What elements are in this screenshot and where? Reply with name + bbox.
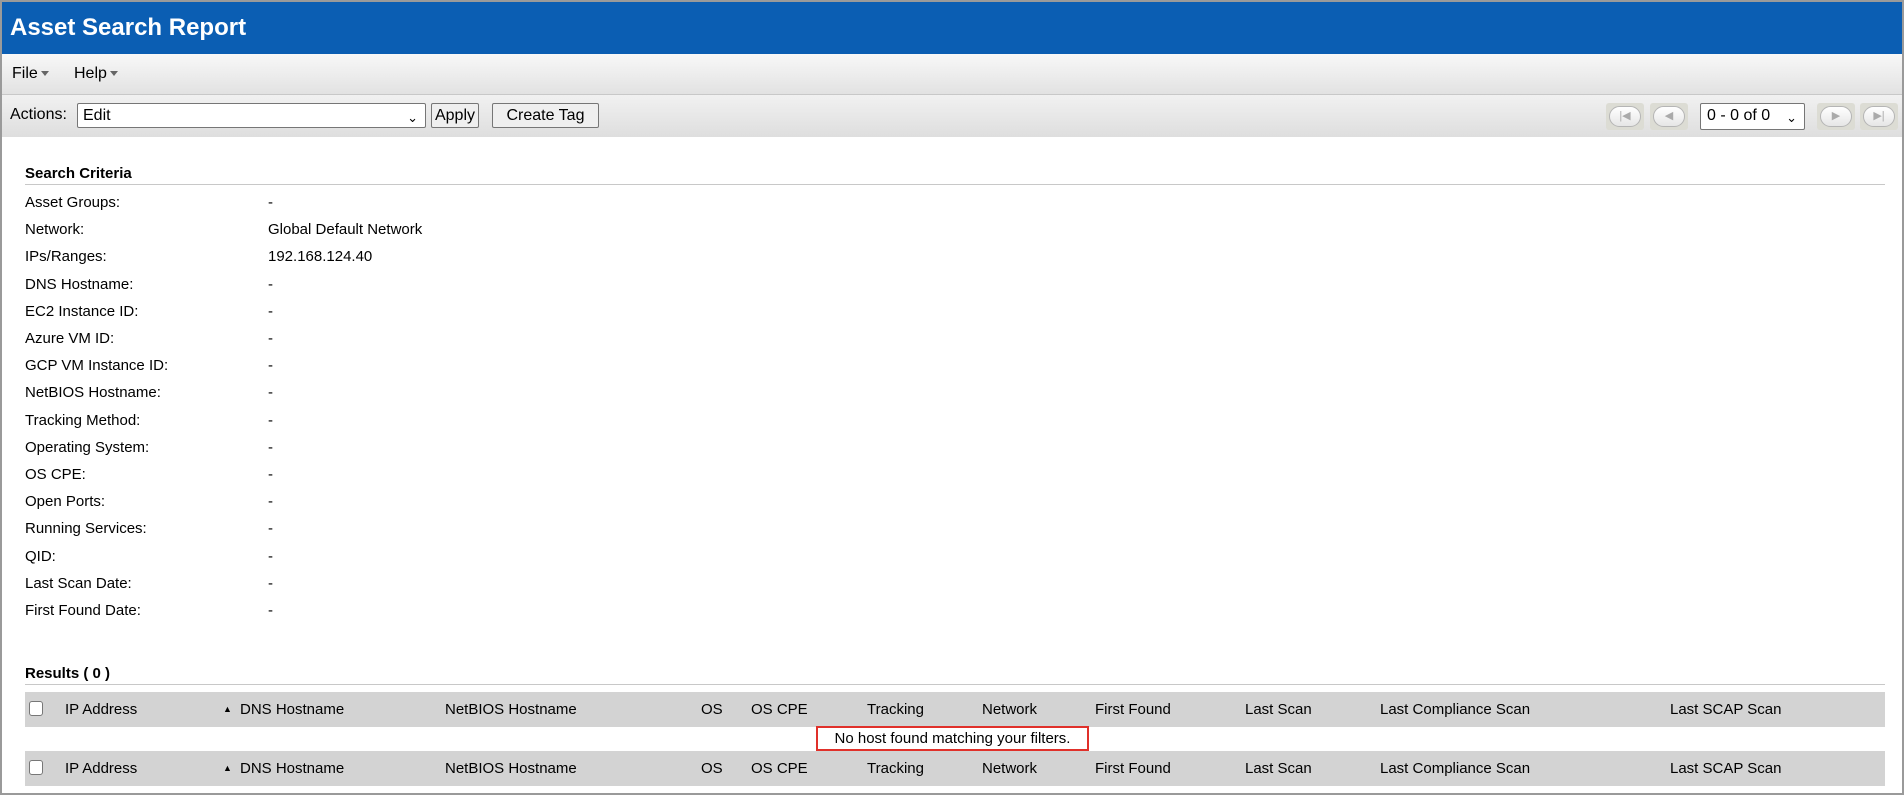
criteria-label: QID:: [25, 547, 56, 565]
column-header[interactable]: NetBIOS Hostname: [445, 701, 577, 718]
column-header[interactable]: OS: [701, 760, 723, 777]
next-page-button[interactable]: ▶: [1817, 103, 1855, 130]
criteria-value: -: [268, 302, 273, 320]
criteria-label: Running Services:: [25, 520, 147, 538]
results-heading: Results ( 0 ): [25, 665, 111, 682]
menu-bar: File Help: [2, 54, 1902, 95]
criteria-value: -: [268, 574, 273, 592]
criteria-label: DNS Hostname:: [25, 275, 134, 293]
chevron-down-icon: [40, 71, 49, 77]
criteria-value: -: [268, 357, 273, 375]
column-header[interactable]: Network: [982, 760, 1037, 777]
column-header[interactable]: NetBIOS Hostname: [445, 760, 577, 777]
criteria-label: Operating System:: [25, 438, 150, 456]
toolbar: Actions: Edit ⌄ Apply Create Tag |◀ ◀ 0 -…: [2, 95, 1902, 137]
apply-button[interactable]: Apply: [431, 103, 479, 128]
criteria-value: 192.168.124.40: [268, 248, 373, 266]
select-all-checkbox[interactable]: [29, 701, 43, 716]
column-header[interactable]: Last SCAP Scan: [1670, 701, 1781, 718]
divider: [25, 684, 1885, 685]
file-menu[interactable]: File: [12, 65, 49, 83]
last-page-button[interactable]: ▶|: [1860, 103, 1898, 130]
criteria-value: -: [268, 466, 273, 483]
column-header[interactable]: Tracking: [867, 701, 924, 718]
column-header[interactable]: First Found: [1095, 701, 1171, 718]
previous-page-icon: ◀: [1653, 106, 1685, 127]
last-page-icon: ▶|: [1863, 106, 1895, 127]
column-header[interactable]: Last Compliance Scan: [1380, 701, 1530, 718]
first-page-button[interactable]: |◀: [1606, 103, 1644, 130]
results-table-header: IP Address ▲ DNS Hostname NetBIOS Hostname O…: [25, 692, 1885, 727]
column-header[interactable]: DNS Hostname: [240, 701, 344, 718]
column-header[interactable]: Last Scan: [1245, 701, 1312, 718]
page-range-value: 0 - 0 of 0: [1707, 107, 1771, 124]
criteria-label: Azure VM ID:: [25, 330, 115, 347]
chevron-down-icon: [109, 71, 118, 77]
criteria-label: Open Ports:: [25, 493, 106, 511]
column-header[interactable]: IP Address: [65, 760, 137, 777]
criteria-value: -: [268, 275, 273, 293]
page-title: Asset Search Report: [2, 2, 1902, 54]
column-header[interactable]: IP Address: [65, 701, 137, 718]
column-header[interactable]: Last SCAP Scan: [1670, 760, 1781, 777]
divider: [25, 184, 1885, 185]
column-header[interactable]: Network: [982, 701, 1037, 718]
chevron-down-icon: ⌄: [407, 110, 418, 125]
page-range-select[interactable]: 0 - 0 of 0 ⌄: [1700, 103, 1805, 130]
actions-select-value: Edit: [83, 107, 111, 124]
criteria-label: First Found Date:: [25, 602, 141, 619]
criteria-value: -: [268, 602, 273, 619]
criteria-label: IPs/Ranges:: [25, 248, 107, 266]
criteria-value: -: [268, 384, 273, 402]
column-header[interactable]: DNS Hostname: [240, 760, 344, 777]
search-criteria-heading: Search Criteria: [25, 165, 132, 182]
column-header[interactable]: Last Compliance Scan: [1380, 760, 1530, 777]
column-header[interactable]: Last Scan: [1245, 760, 1312, 777]
criteria-value: -: [268, 520, 273, 538]
criteria-label: EC2 Instance ID:: [25, 302, 139, 320]
help-menu[interactable]: Help: [74, 65, 118, 83]
column-header[interactable]: First Found: [1095, 760, 1171, 777]
sort-ascending-icon: ▲: [223, 763, 232, 773]
column-header[interactable]: OS CPE: [751, 701, 808, 718]
create-tag-button[interactable]: Create Tag: [492, 103, 599, 128]
criteria-value: -: [268, 547, 273, 565]
criteria-label: OS CPE:: [25, 466, 86, 483]
sort-ascending-icon: ▲: [223, 704, 232, 714]
criteria-value: Global Default Network: [268, 221, 423, 239]
criteria-value: -: [268, 493, 273, 511]
previous-page-button[interactable]: ◀: [1650, 103, 1688, 130]
criteria-label: NetBIOS Hostname:: [25, 384, 161, 402]
next-page-icon: ▶: [1820, 106, 1852, 127]
criteria-label: Last Scan Date:: [25, 574, 132, 592]
chevron-down-icon: ⌄: [1786, 110, 1797, 125]
select-all-checkbox[interactable]: [29, 760, 43, 775]
column-header[interactable]: OS CPE: [751, 760, 808, 777]
file-menu-label: File: [12, 65, 38, 82]
criteria-label: Asset Groups:: [25, 194, 121, 211]
criteria-value: -: [268, 438, 273, 456]
criteria-label: Tracking Method:: [25, 411, 141, 429]
first-page-icon: |◀: [1609, 106, 1641, 127]
criteria-value: -: [268, 330, 273, 347]
criteria-label: Network:: [25, 221, 85, 239]
criteria-label: GCP VM Instance ID:: [25, 357, 169, 375]
actions-label: Actions:: [10, 106, 67, 123]
column-header[interactable]: Tracking: [867, 760, 924, 777]
actions-select[interactable]: Edit ⌄: [77, 103, 426, 128]
criteria-value: -: [268, 194, 273, 211]
criteria-value: -: [268, 411, 273, 429]
empty-results-message: No host found matching your filters.: [816, 726, 1089, 751]
help-menu-label: Help: [74, 65, 107, 82]
column-header[interactable]: OS: [701, 701, 723, 718]
results-table-footer-header: IP Address ▲ DNS Hostname NetBIOS Hostname O…: [25, 751, 1885, 786]
